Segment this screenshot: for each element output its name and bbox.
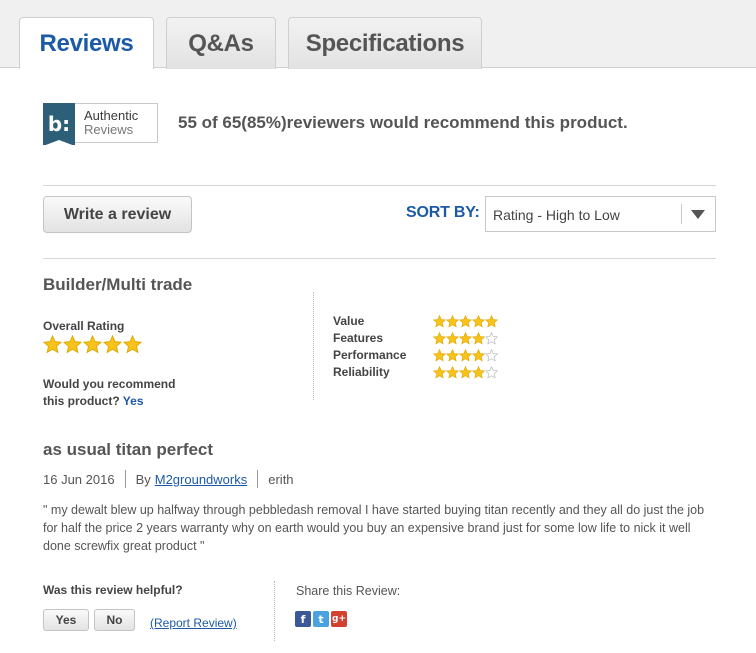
rating-stars (433, 332, 498, 345)
tab-qas[interactable]: Q&As (166, 17, 276, 69)
share-icons: f t g+ (295, 611, 347, 627)
write-review-button[interactable]: Write a review (43, 196, 192, 233)
overall-rating-stars (43, 335, 142, 354)
chevron-down-icon[interactable] (691, 210, 705, 219)
star-filled-icon (433, 332, 446, 345)
review-title: as usual titan perfect (43, 440, 214, 459)
recommend-summary: 55 of 65(85%)reviewers would recommend t… (178, 113, 628, 132)
recommend-question: Would you recommend this product? Yes (43, 376, 175, 410)
divider (43, 258, 716, 259)
recommend-question-line-2: this product? Yes (43, 393, 175, 410)
star-empty-icon (485, 366, 498, 379)
meta-divider (124, 470, 126, 488)
rating-label: Value (333, 314, 365, 328)
twitter-icon[interactable]: t (313, 611, 329, 627)
badge-line-2: Reviews (84, 122, 134, 137)
divider (43, 185, 716, 186)
bazaarvoice-logo-icon: b: (43, 103, 75, 146)
rating-stars (433, 349, 498, 362)
star-filled-icon (433, 366, 446, 379)
share-review-label: Share this Review: (296, 584, 401, 598)
sort-select-value: Rating - High to Low (493, 207, 620, 223)
review-author-link[interactable]: M2groundworks (155, 472, 248, 487)
badge-text: Authentic Reviews (84, 109, 138, 137)
rating-label: Reliability (333, 365, 390, 379)
sort-by-label: SORT BY: (406, 204, 480, 221)
google-plus-icon[interactable]: g+ (331, 611, 347, 627)
by-label: By (135, 471, 151, 487)
overall-rating-label: Overall Rating (43, 319, 125, 333)
recommend-question-line-1: Would you recommend (43, 377, 176, 391)
star-filled-icon (459, 366, 472, 379)
star-filled-icon (472, 315, 485, 328)
badge-line-1: Authentic (84, 108, 139, 123)
star-filled-icon (472, 366, 485, 379)
rating-label: Performance (333, 348, 407, 362)
vertical-divider (274, 581, 275, 641)
review-meta: 16 Jun 2016 By M2groundworks erith (43, 470, 294, 488)
rating-stars (433, 315, 498, 328)
recommend-answer: Yes (122, 394, 144, 408)
star-empty-icon (485, 332, 498, 345)
star-filled-icon (446, 315, 459, 328)
helpful-question: Was this review helpful? (43, 583, 183, 597)
sort-select[interactable]: Rating - High to Low (485, 196, 716, 232)
recommend-question-text: this product? (43, 394, 120, 408)
helpful-yes-button[interactable]: Yes (43, 609, 89, 631)
star-filled-icon (459, 315, 472, 328)
star-filled-icon (43, 335, 62, 354)
star-filled-icon (459, 332, 472, 345)
tab-specifications[interactable]: Specifications (288, 17, 482, 69)
star-filled-icon (485, 315, 498, 328)
helpful-no-button[interactable]: No (94, 609, 135, 631)
sort-select-divider (681, 204, 682, 224)
rating-row-reliability: Reliability (333, 364, 503, 381)
star-empty-icon (485, 349, 498, 362)
star-filled-icon (83, 335, 102, 354)
facebook-icon[interactable]: f (295, 611, 311, 627)
star-filled-icon (433, 349, 446, 362)
review-date: 16 Jun 2016 (43, 471, 115, 487)
star-filled-icon (123, 335, 142, 354)
star-filled-icon (446, 332, 459, 345)
rating-row-features: Features (333, 330, 503, 347)
reviewer-type: Builder/Multi trade (43, 275, 193, 294)
star-filled-icon (63, 335, 82, 354)
review-body: " my dewalt blew up halfway through pebb… (43, 503, 705, 553)
tab-bar: Reviews Q&As Specifications (0, 0, 756, 69)
rating-label: Features (333, 331, 384, 345)
star-filled-icon (433, 315, 446, 328)
star-filled-icon (459, 349, 472, 362)
rating-row-performance: Performance (333, 347, 503, 364)
report-review-link[interactable]: (Report Review) (150, 616, 237, 630)
rating-stars (433, 366, 498, 379)
tab-reviews[interactable]: Reviews (19, 17, 154, 69)
vertical-divider (313, 292, 314, 400)
review-location: erith (268, 471, 294, 487)
star-filled-icon (472, 332, 485, 345)
star-filled-icon (472, 349, 485, 362)
star-filled-icon (103, 335, 122, 354)
meta-divider (257, 470, 259, 488)
star-filled-icon (446, 349, 459, 362)
rating-row-value: Value (333, 313, 503, 330)
star-filled-icon (446, 366, 459, 379)
authentic-reviews-badge: b: Authentic Reviews (43, 103, 158, 146)
